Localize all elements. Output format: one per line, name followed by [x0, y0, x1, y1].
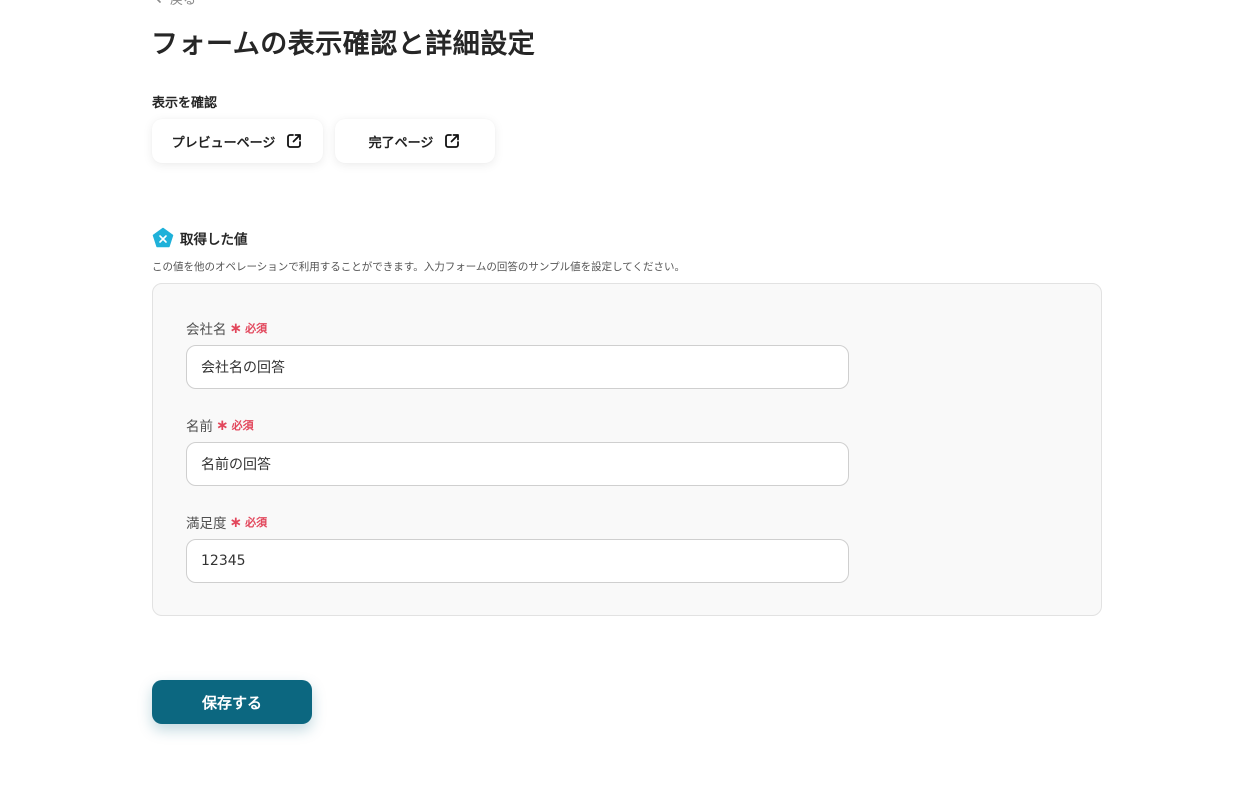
field-label-text: 会社名	[186, 322, 227, 338]
name-input[interactable]	[186, 442, 849, 486]
sample-values-panel: 会社名 ∗ 必須 名前 ∗ 必須 満足度 ∗ 必須	[152, 283, 1102, 616]
complete-page-label: 完了ページ	[368, 135, 434, 151]
field-label-text: 名前	[186, 419, 213, 435]
field-label-satisfaction: 満足度 ∗ 必須	[186, 512, 267, 532]
satisfaction-input[interactable]	[186, 539, 849, 583]
required-text: 必須	[231, 419, 254, 432]
form-settings-page: 戻る フォームの表示確認と詳細設定 表示を確認 プレビューページ 完了ページ 取…	[0, 0, 1258, 796]
yoom-pentagon-icon	[152, 227, 174, 248]
chevron-left-icon	[156, 0, 161, 3]
required-badge: ∗ 必須	[216, 417, 254, 433]
required-text: 必須	[245, 322, 268, 335]
field-label-name: 名前 ∗ 必須	[186, 415, 254, 435]
required-asterisk-icon: ∗	[216, 415, 229, 434]
field-label-text: 満足度	[186, 516, 227, 532]
preview-page-label: プレビューページ	[171, 135, 276, 151]
page-title: フォームの表示確認と詳細設定	[151, 29, 536, 60]
external-link-icon	[287, 134, 302, 148]
acquired-values-description: この値を他のオペレーションで利用することができます。入力フォームの回答のサンプル…	[152, 261, 685, 273]
required-badge: ∗ 必須	[230, 320, 268, 336]
preview-page-button[interactable]: プレビューページ	[152, 119, 323, 163]
back-label: 戻る	[170, 0, 197, 8]
display-check-label: 表示を確認	[152, 96, 218, 111]
complete-page-button[interactable]: 完了ページ	[335, 119, 495, 163]
required-asterisk-icon: ∗	[229, 512, 243, 531]
save-button[interactable]: 保存する	[152, 680, 312, 724]
acquired-values-title: 取得した値	[180, 232, 248, 248]
required-asterisk-icon: ∗	[229, 318, 243, 337]
required-text: 必須	[245, 516, 268, 529]
company-name-input[interactable]	[186, 345, 849, 389]
required-badge: ∗ 必須	[230, 514, 268, 530]
acquired-values-header: 取得した値	[152, 227, 248, 249]
back-link[interactable]: 戻る	[152, 0, 197, 8]
field-label-company: 会社名 ∗ 必須	[186, 318, 267, 338]
external-link-icon	[445, 134, 460, 148]
